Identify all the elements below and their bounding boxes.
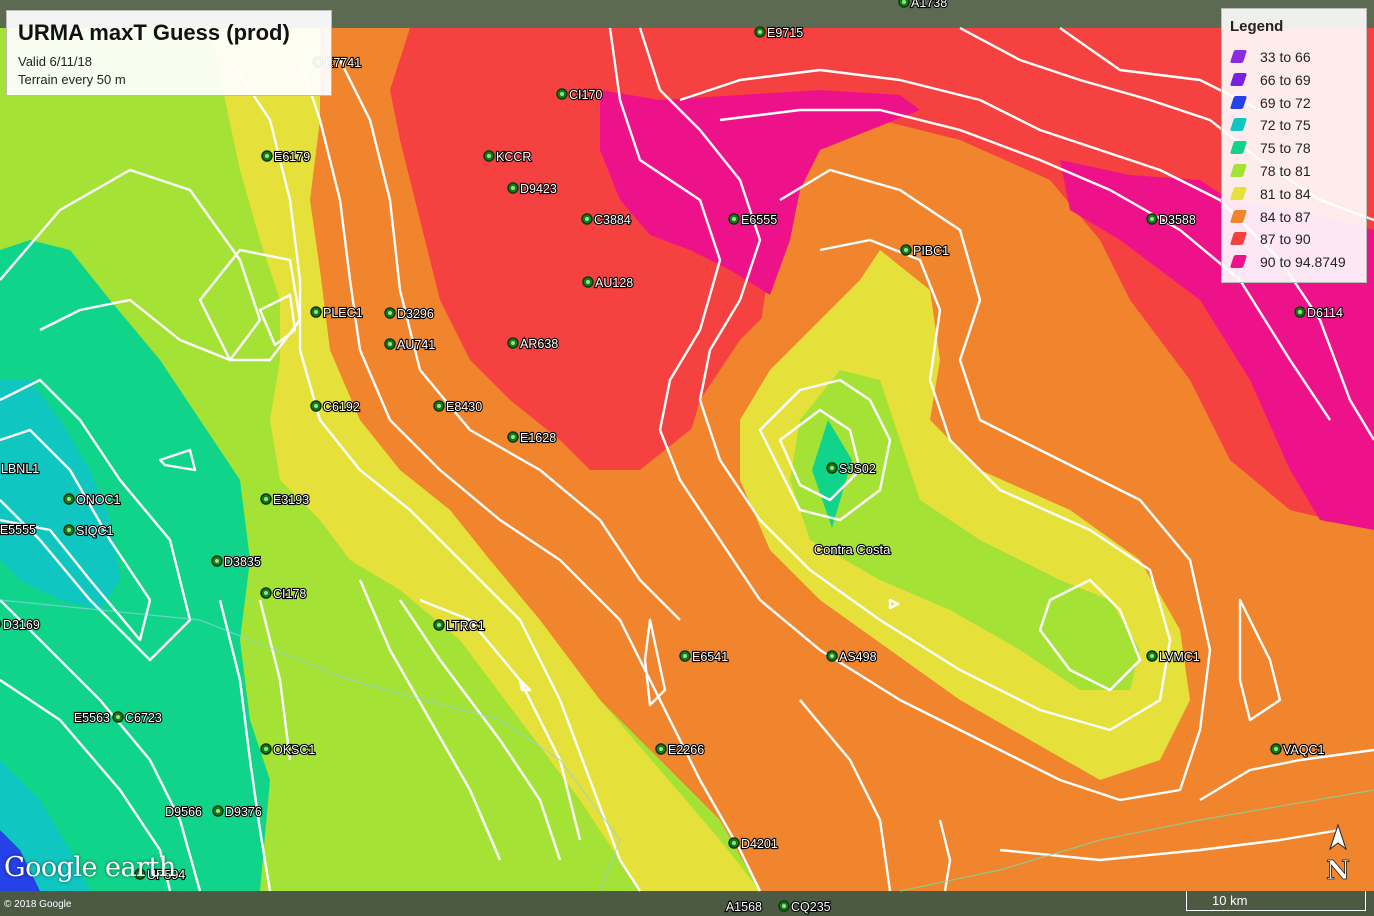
legend-swatch (1229, 50, 1248, 63)
satellite-bottom (0, 891, 1374, 916)
legend-item: 84 to 87 (1229, 207, 1364, 227)
station-label: D3588 (1159, 213, 1196, 227)
legend-label: 81 to 84 (1260, 185, 1311, 202)
station-label: C6723 (125, 711, 162, 725)
station-label: D6114 (1307, 306, 1343, 320)
station-label: LTRC1 (446, 619, 485, 633)
station-label: E9715 (767, 26, 803, 40)
north-label: N (1326, 856, 1350, 885)
station-label: VAQC1 (1283, 743, 1324, 757)
legend-item: 66 to 69 (1229, 70, 1364, 90)
station-e5555[interactable]: E5555 (0, 522, 37, 538)
legend-panel: Legend 33 to 66 66 to 69 69 to 72 72 to 75 7… (1221, 8, 1367, 283)
title-panel: URMA maxT Guess (prod) Valid 6/11/18 Ter… (6, 10, 332, 96)
station-d9566[interactable]: D9566 (164, 804, 203, 820)
station-label: KCCR (496, 150, 531, 164)
station-label: E2266 (668, 743, 704, 757)
legend-swatch (1229, 118, 1248, 132)
legend-swatch (1229, 95, 1248, 109)
station-label: CQ235 (791, 900, 831, 914)
station-label: SJS02 (839, 462, 876, 476)
station-label: E8430 (446, 400, 482, 414)
legend-label: 75 to 78 (1260, 140, 1311, 157)
station-label: SIQC1 (76, 524, 114, 538)
station-label: LBNL1 (1, 462, 39, 476)
scale-label: 10 km (1212, 893, 1248, 908)
station-d3169[interactable]: D3169 (0, 617, 41, 633)
legend-label: 87 to 90 (1260, 231, 1311, 248)
station-label: E6541 (692, 650, 728, 664)
station-label: E1628 (520, 431, 556, 445)
north-arrow-icon[interactable]: N (1322, 823, 1354, 885)
station-label: E5563 (74, 711, 110, 725)
legend-item: 90 to 94.8749 (1229, 252, 1364, 272)
station-e5563[interactable]: E5563 (73, 710, 111, 726)
copyright: © 2018 Google (4, 899, 72, 910)
legend-swatch (1229, 255, 1248, 269)
station-label: OKSC1 (273, 743, 315, 757)
valid-date: Valid 6/11/18 (18, 54, 92, 69)
station-label: D9566 (165, 805, 202, 819)
google-earth-logo: Google earth (4, 852, 176, 883)
legend-label: 90 to 94.8749 (1260, 254, 1346, 271)
legend-title: Legend (1230, 18, 1284, 35)
map-title: URMA maxT Guess (prod) (18, 20, 290, 45)
legend-swatch (1229, 72, 1248, 86)
station-label: LVMC1 (1159, 650, 1200, 664)
station-label: C6192 (323, 400, 360, 414)
legend-item: 81 to 84 (1229, 184, 1364, 204)
legend-swatch (1229, 232, 1248, 246)
legend-item: 33 to 66 (1229, 47, 1364, 67)
legend-item: 69 to 72 (1229, 93, 1364, 113)
legend-swatch (1229, 141, 1248, 155)
station-label: E6179 (274, 150, 310, 164)
legend-item: 78 to 81 (1229, 161, 1364, 181)
station-label: AU741 (397, 338, 435, 352)
legend-item: 72 to 75 (1229, 115, 1364, 135)
station-label: A1568 (726, 900, 762, 914)
station-label: E5555 (0, 523, 36, 537)
terrain-note: Terrain every 50 m (18, 72, 126, 87)
legend-item: 75 to 78 (1229, 138, 1364, 158)
station-label: D3296 (397, 307, 434, 321)
temperature-map[interactable]: E9715 CI170 KCCR D9423 C3884 E6555 E6179 PIBC1 D… (0, 0, 1374, 916)
legend-label: 78 to 81 (1260, 163, 1311, 179)
station-label: A1738 (911, 0, 947, 10)
place-label: Contra Costa (814, 542, 891, 557)
legend-item: 87 to 90 (1229, 229, 1364, 249)
station-label: CI178 (273, 587, 306, 601)
station-label: D9376 (225, 805, 262, 819)
legend-label: 66 to 69 (1260, 71, 1311, 88)
legend-label: 33 to 66 (1260, 49, 1311, 65)
station-lbnl1[interactable]: LBNL1 (0, 461, 40, 477)
station-label: AU128 (595, 276, 633, 290)
station-label: D3169 (3, 618, 40, 632)
station-label: CI170 (569, 88, 602, 102)
station-label: D4201 (741, 837, 778, 851)
legend-swatch (1229, 186, 1248, 200)
station-a1568[interactable]: A1568 (725, 899, 763, 915)
station-label: AS498 (839, 650, 877, 664)
legend-label: 69 to 72 (1260, 94, 1311, 111)
station-label: PLEC1 (323, 306, 363, 320)
station-label: E6555 (741, 213, 777, 227)
station-label: AR638 (520, 337, 558, 351)
station-label: C3884 (594, 213, 631, 227)
station-label: ONOC1 (76, 493, 121, 507)
legend-label: 84 to 87 (1260, 208, 1311, 225)
legend-swatch (1229, 164, 1248, 177)
station-label: D9423 (520, 182, 557, 196)
station-label: PIBC1 (913, 244, 949, 258)
legend-label: 72 to 75 (1260, 117, 1311, 134)
station-label: D3835 (224, 555, 261, 569)
station-label: E3193 (273, 493, 309, 507)
legend-swatch (1229, 209, 1248, 223)
